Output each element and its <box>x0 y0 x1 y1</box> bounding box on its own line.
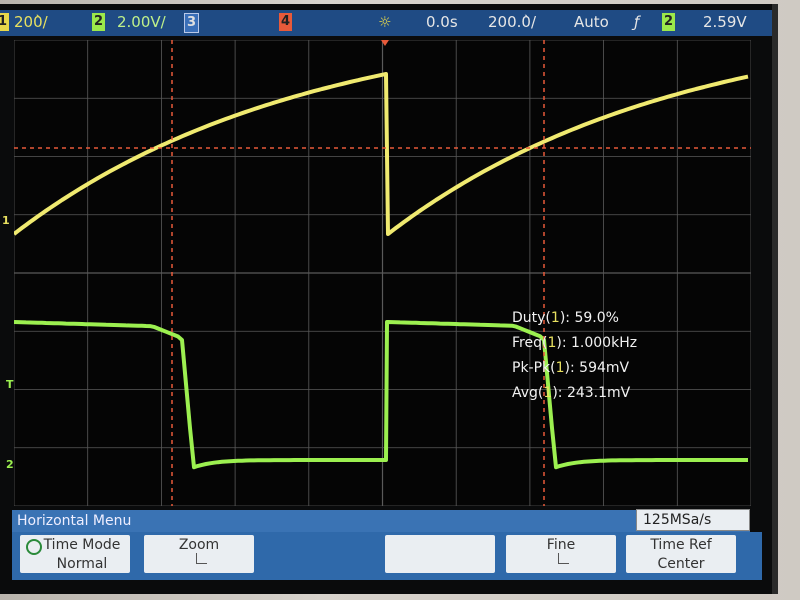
waveform-display <box>14 40 751 506</box>
blank-softkey[interactable] <box>385 535 495 573</box>
graticule-svg <box>14 40 751 506</box>
rising-edge-icon: ƒ <box>634 13 640 31</box>
rotate-knob-icon <box>26 539 42 555</box>
channel-2-ground-marker: 2 <box>6 458 14 471</box>
menu-title: Horizontal Menu <box>17 513 132 529</box>
delay-value: 0.0s <box>426 13 458 31</box>
channel-2-scale: 2.00V/ <box>117 13 166 31</box>
checkbox-icon <box>558 553 569 564</box>
scope-screen: 1 200̀/ 2 2.00V/ 3 4 ☼ 0.0s 200.0̀/ Auto… <box>0 4 778 594</box>
trigger-level-marker: T <box>6 378 14 391</box>
status-bar: 1 200̀/ 2 2.00V/ 3 4 ☼ 0.0s 200.0̀/ Auto… <box>0 10 772 36</box>
fine-softkey[interactable]: Fine <box>506 535 616 573</box>
measurement-panel: Duty(1): 59.0% Freq(1): 1.000kHz Pk-Pk(1… <box>512 306 637 406</box>
trigger-position-icon: ☼ <box>378 13 392 31</box>
sample-rate-readout: 125MSa/s <box>636 509 750 531</box>
channel-1-ground-marker: 1 <box>2 214 10 227</box>
channel-3-key[interactable]: 3 <box>184 13 199 33</box>
run-mode: Auto <box>574 13 609 31</box>
graticule-grid <box>14 40 751 506</box>
channel-1-scale: 200̀/ <box>14 13 48 31</box>
channel-2-trace <box>14 320 748 470</box>
channel-2-key[interactable]: 2 <box>92 13 105 31</box>
trigger-level: 2.59V <box>703 13 747 31</box>
measurement-freq: Freq(1): 1.000kHz <box>512 335 638 351</box>
measurement-duty: Duty(1): 59.0% <box>512 310 619 326</box>
measurement-pk-pk: Pk-Pk(1): 594mV <box>512 360 630 376</box>
timebase-value: 200.0̀/ <box>488 13 536 31</box>
time-mode-softkey[interactable]: Time Mode Normal <box>20 535 130 573</box>
measurement-avg: Avg(1): 243.1mV <box>512 385 631 401</box>
time-ref-softkey[interactable]: Time Ref Center <box>626 535 736 573</box>
channel-1-key[interactable]: 1 <box>0 13 9 31</box>
trigger-source-key[interactable]: 2 <box>662 13 675 31</box>
checkbox-icon <box>196 553 207 564</box>
zoom-softkey[interactable]: Zoom <box>144 535 254 573</box>
softkey-bar: Time Mode Normal Zoom Fine Time Ref Cent… <box>12 532 762 580</box>
channel-4-key[interactable]: 4 <box>279 13 292 31</box>
